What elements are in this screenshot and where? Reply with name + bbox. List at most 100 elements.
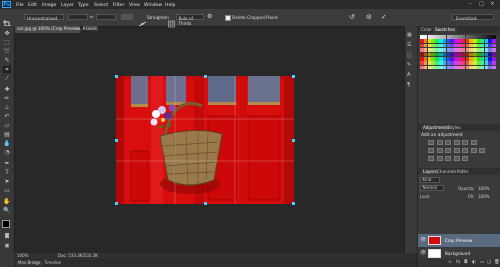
foreground-color-swatch[interactable] <box>2 220 10 228</box>
adjustment-layer-icon[interactable]: ◐ <box>472 260 476 266</box>
menu-image[interactable]: Image <box>42 3 56 8</box>
type-tool-icon[interactable]: T <box>3 169 11 176</box>
brush-presets-icon[interactable]: ✎ <box>407 62 415 69</box>
adjustment-icon[interactable] <box>436 148 443 153</box>
dodge-tool-icon[interactable]: ◔ <box>3 149 11 156</box>
crop-width-field[interactable] <box>68 14 88 20</box>
link-layers-icon[interactable]: ∞ <box>448 260 452 266</box>
lasso-tool-icon[interactable]: ➰ <box>3 48 11 55</box>
adjustment-icon[interactable] <box>436 140 443 145</box>
gradient-tool-icon[interactable]: ▤ <box>3 131 11 138</box>
crop-handle-bottom[interactable] <box>204 202 207 205</box>
swatch[interactable] <box>492 65 496 70</box>
crop-handle-left[interactable] <box>115 139 118 142</box>
paragraph-panel-icon[interactable]: ¶ <box>407 82 415 89</box>
document-size[interactable]: Doc: 533.3K/533.3K <box>58 253 98 258</box>
quick-select-tool-icon[interactable]: ✎ <box>3 57 11 64</box>
menu-select[interactable]: Select <box>94 3 108 8</box>
adjustment-icon[interactable] <box>453 148 460 153</box>
swatch[interactable] <box>492 61 496 65</box>
eraser-tool-icon[interactable]: ▱ <box>3 122 11 129</box>
quick-mask-icon[interactable]: ◙ <box>3 233 11 240</box>
crop-ratio-select[interactable]: Unconstrained <box>24 14 64 21</box>
visibility-eye-icon[interactable]: 👁 <box>420 251 426 256</box>
opacity-value[interactable]: 100% <box>478 186 489 191</box>
maximize-button[interactable]: □ <box>477 1 486 8</box>
visibility-eye-icon[interactable]: 👁 <box>420 238 426 243</box>
overlay-select[interactable]: Rule of Thirds <box>176 14 204 26</box>
adjustment-icon[interactable] <box>445 140 451 145</box>
crop-preview-canvas[interactable] <box>116 76 294 204</box>
character-panel-icon[interactable]: A <box>407 72 415 79</box>
crop-handle-bottom-left[interactable] <box>115 202 118 205</box>
zoom-level[interactable]: 100% <box>17 253 28 258</box>
menu-view[interactable]: View <box>129 3 140 8</box>
new-group-icon[interactable]: ▭ <box>480 260 484 266</box>
adjustment-icon[interactable] <box>428 148 434 153</box>
swatch[interactable] <box>492 48 496 52</box>
brush-tool-icon[interactable]: ✏ <box>3 95 11 102</box>
history-brush-tool-icon[interactable]: ↶ <box>3 113 11 120</box>
menu-file[interactable]: File <box>16 3 24 8</box>
blur-tool-icon[interactable]: 💧 <box>3 140 11 147</box>
layer-filter-select[interactable]: Kind <box>420 177 440 183</box>
crop-height-field[interactable] <box>96 14 116 20</box>
crop-tool-icon[interactable]: ⌗ <box>3 66 11 73</box>
blend-mode-select[interactable]: Normal <box>420 185 444 191</box>
info-panel-icon[interactable]: ⓘ <box>407 52 415 59</box>
crop-handle-right[interactable] <box>292 139 295 142</box>
straighten-label[interactable]: Straighten <box>147 15 169 20</box>
adjustment-icon[interactable] <box>453 156 460 161</box>
hand-tool-icon[interactable]: ✋ <box>3 198 11 205</box>
adjustment-icon[interactable] <box>470 148 477 153</box>
zoom-tool-icon[interactable]: 🔍 <box>3 207 11 214</box>
marquee-tool-icon[interactable]: ⬚ <box>3 39 11 46</box>
tab-mini-bridge[interactable]: Mini Bridge <box>16 260 43 266</box>
add-mask-icon[interactable]: ◘ <box>464 260 468 266</box>
fx-icon[interactable]: fx <box>456 260 460 266</box>
menu-type[interactable]: Type <box>78 3 89 8</box>
swatch[interactable] <box>492 39 496 43</box>
shape-tool-icon[interactable]: ▭ <box>3 187 11 194</box>
adjustment-icon[interactable] <box>453 140 460 145</box>
commit-crop-icon[interactable]: ✓ <box>381 13 389 21</box>
swatch[interactable] <box>492 35 496 39</box>
healing-brush-tool-icon[interactable]: ✚ <box>3 86 11 93</box>
screen-mode-icon[interactable]: ▣ <box>3 243 11 250</box>
straighten-icon[interactable] <box>138 13 147 27</box>
menu-filter[interactable]: Filter <box>113 3 124 8</box>
properties-panel-icon[interactable]: ☰ <box>407 42 415 49</box>
swatch[interactable] <box>492 57 496 61</box>
crop-handle-bottom-right[interactable] <box>292 202 295 205</box>
gear-icon[interactable]: ⚙ <box>207 13 214 21</box>
trash-icon[interactable]: 🗑 <box>494 260 500 266</box>
cancel-crop-icon[interactable]: ⊘ <box>366 13 374 21</box>
close-window-button[interactable]: × <box>488 1 497 8</box>
swatch[interactable] <box>492 52 496 57</box>
clear-button[interactable] <box>121 14 133 20</box>
adjustment-icon[interactable] <box>445 156 451 161</box>
crop-handle-top-left[interactable] <box>115 75 118 78</box>
adjustment-icon[interactable] <box>428 140 434 145</box>
tab-swatches[interactable]: Swatches <box>433 26 458 33</box>
menu-layer[interactable]: Layer <box>61 3 74 8</box>
adjustment-icon[interactable] <box>462 156 468 161</box>
adjustment-icon[interactable] <box>428 156 434 161</box>
crop-handle-top[interactable] <box>204 75 207 78</box>
tab-color[interactable]: Color <box>421 27 432 33</box>
history-panel-icon[interactable]: ▦ <box>407 32 415 39</box>
layer-row[interactable]: 👁 Crop Preview <box>418 234 500 251</box>
adjustment-icon[interactable] <box>462 140 468 145</box>
delete-cropped-checkbox[interactable] <box>225 14 231 31</box>
adjustment-icon[interactable] <box>436 156 443 161</box>
crop-handle-top-right[interactable] <box>292 75 295 78</box>
adjustment-icon[interactable] <box>479 148 485 153</box>
new-layer-icon[interactable]: ❏ <box>487 260 491 266</box>
workspace-select[interactable]: Essentials <box>452 14 494 21</box>
swatches-grid[interactable] <box>420 35 496 71</box>
reset-icon[interactable]: ↺ <box>349 13 357 21</box>
minimize-button[interactable]: – <box>466 1 475 8</box>
menu-edit[interactable]: Edit <box>28 3 37 8</box>
menu-help[interactable]: Help <box>165 3 175 8</box>
tab-timeline[interactable]: Timeline <box>44 260 61 265</box>
